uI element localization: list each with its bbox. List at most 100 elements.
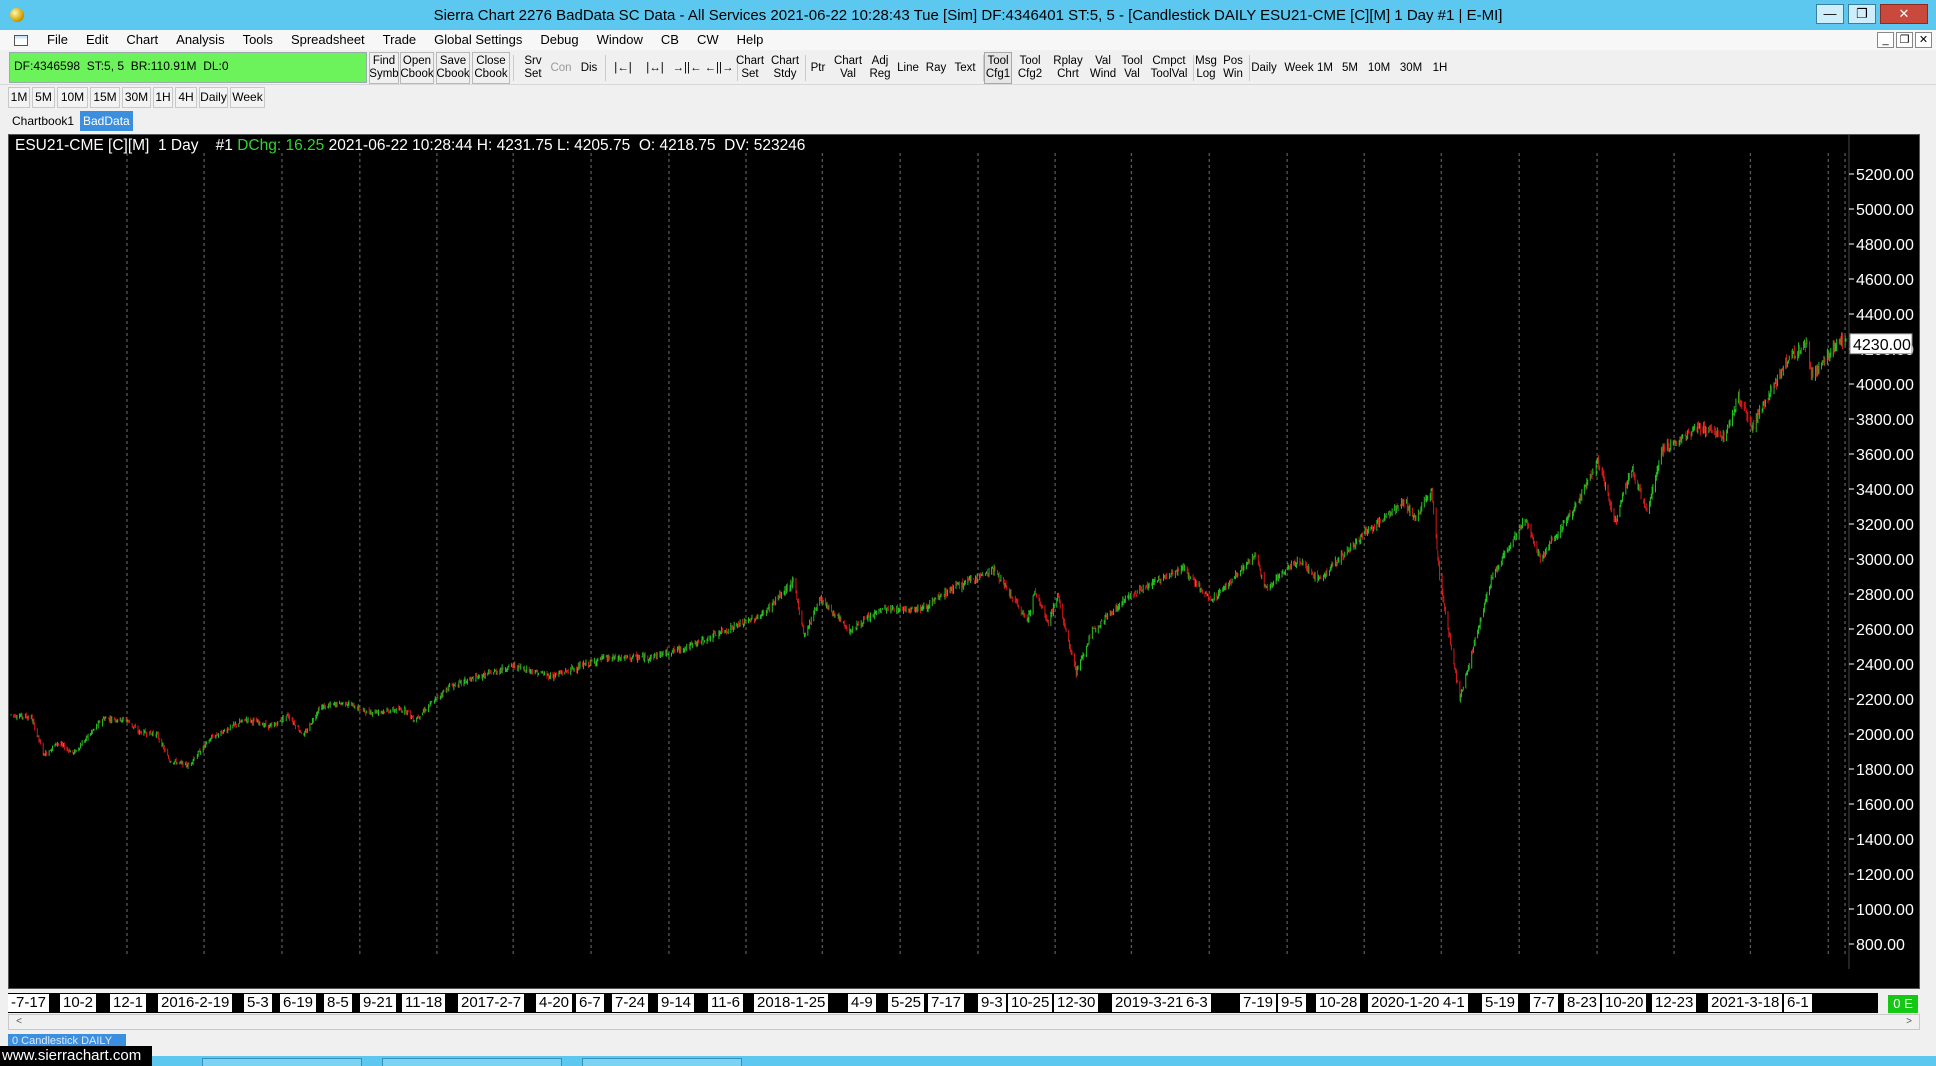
window-title: Sierra Chart 2276 BadData SC Data - All … (433, 7, 1503, 24)
menu-cw[interactable]: CW (688, 30, 728, 50)
toolbar-button-1m[interactable]: 1M (1314, 52, 1336, 84)
chart-ohlc: 2021-06-22 10:28:44 H: 4231.75 L: 4205.7… (324, 137, 806, 154)
toolbar-button-[interactable]: |←| (608, 52, 638, 84)
toolbar-button-tool-cfg1[interactable]: Tool Cfg1 (984, 52, 1012, 84)
date-label: 2018-1-25 (754, 994, 829, 1012)
menu-window[interactable]: Window (588, 30, 652, 50)
toolbar-button-10m[interactable]: 10M (1364, 52, 1394, 84)
taskbar-item[interactable] (582, 1058, 742, 1066)
date-label: 4-1 (1440, 994, 1468, 1012)
minimize-button[interactable]: — (1816, 4, 1844, 24)
date-label: 2020-1-20 (1368, 994, 1443, 1012)
scroll-right-icon[interactable]: > (1901, 1015, 1917, 1029)
order-entry-badge[interactable]: 0 E (1888, 995, 1918, 1013)
menu-chart[interactable]: Chart (117, 30, 167, 50)
date-label: 2021-3-18 (1708, 994, 1783, 1012)
timeframe-button-1h[interactable]: 1H (153, 87, 173, 108)
timeframe-button-10m[interactable]: 10M (57, 87, 88, 108)
app-icon[interactable] (10, 8, 24, 22)
toolbar-button-chart-set[interactable]: Chart Set (734, 52, 766, 84)
toolbar-button-line[interactable]: Line (894, 52, 922, 84)
horizontal-scrollbar[interactable]: < > (8, 1014, 1920, 1030)
title-bar[interactable]: Sierra Chart 2276 BadData SC Data - All … (0, 0, 1936, 30)
timeframe-button-15m[interactable]: 15M (90, 87, 120, 108)
date-label: 4-9 (848, 994, 876, 1012)
y-tick-label: 1400.00 (1856, 832, 1914, 849)
y-tick-label: 5200.00 (1856, 167, 1914, 184)
candles (10, 332, 1847, 769)
toolbar-button-cmpct-toolval[interactable]: Cmpct ToolVal (1148, 52, 1190, 84)
menu-file[interactable]: File (38, 30, 77, 50)
toolbar-button-text[interactable]: Text (950, 52, 980, 84)
chartbook-tabs: Chartbook1 BadData (0, 110, 1936, 132)
timeframe-button-1m[interactable]: 1M (8, 87, 30, 108)
toolbar-button-dis[interactable]: Dis (576, 52, 602, 84)
status-box: DF:4346598 ST:5, 5 BR:110.91M DL:0 (9, 52, 367, 83)
timeframe-button-week[interactable]: Week (230, 87, 265, 108)
mdi-restore-button[interactable]: ❐ (1896, 32, 1913, 48)
toolbar-button-srv-set[interactable]: Srv Set (520, 52, 546, 84)
date-label: 6-7 (576, 994, 604, 1012)
menu-edit[interactable]: Edit (77, 30, 117, 50)
scroll-left-icon[interactable]: < (11, 1015, 27, 1029)
toolbar-button-ray[interactable]: Ray (924, 52, 948, 84)
taskbar-item[interactable] (382, 1058, 562, 1066)
toolbar-button-adj-reg[interactable]: Adj Reg (868, 52, 892, 84)
date-label: 10-2 (60, 994, 97, 1012)
candlestick-chart[interactable]: Dec15Mar16Jun16Sep16Dec16Mar17Jun17Sep17… (9, 135, 1919, 988)
toolbar-button-[interactable]: ←||→ (704, 52, 734, 84)
close-button[interactable]: ✕ (1880, 4, 1928, 24)
date-label: -7-17 (8, 994, 50, 1012)
toolbar-button-tool-cfg2[interactable]: Tool Cfg2 (1014, 52, 1046, 84)
timeframe-button-4h[interactable]: 4H (175, 87, 197, 108)
tab-baddata[interactable]: BadData (80, 111, 133, 131)
toolbar-button-1h[interactable]: 1H (1428, 52, 1452, 84)
mdi-close-button[interactable]: ✕ (1915, 32, 1932, 48)
taskbar-item[interactable] (202, 1058, 362, 1066)
toolbar-button-tool-val[interactable]: Tool Val (1118, 52, 1146, 84)
menu-trade[interactable]: Trade (374, 30, 425, 50)
toolbar-button-save-cbook[interactable]: Save Cbook (436, 52, 470, 84)
toolbar-button-ptr[interactable]: Ptr (806, 52, 830, 84)
timeframe-button-daily[interactable]: Daily (199, 87, 228, 108)
mdi-minimize-button[interactable]: _ (1877, 32, 1894, 48)
menu-spreadsheet[interactable]: Spreadsheet (282, 30, 374, 50)
timeframe-bar: 1M 5M 10M 15M 30M 1H 4H Daily Week (0, 86, 1936, 110)
menu-cb[interactable]: CB (652, 30, 688, 50)
menu-global-settings[interactable]: Global Settings (425, 30, 531, 50)
toolbar-button-[interactable]: |↔| (640, 52, 670, 84)
date-label: 2019-3-21 (1112, 994, 1187, 1012)
menu-debug[interactable]: Debug (531, 30, 587, 50)
y-tick-label: 5000.00 (1856, 202, 1914, 219)
date-label: 5-25 (888, 994, 925, 1012)
current-price-label: 4230.00 (1853, 337, 1911, 354)
menu-analysis[interactable]: Analysis (167, 30, 233, 50)
toolbar-button-close-cbook[interactable]: Close Cbook (472, 52, 510, 84)
menu-help[interactable]: Help (728, 30, 773, 50)
toolbar-button-daily[interactable]: Daily (1248, 52, 1280, 84)
date-label: 10-25 (1008, 994, 1053, 1012)
menu-tools[interactable]: Tools (234, 30, 282, 50)
toolbar-button-find-symb[interactable]: Find Symb (369, 52, 399, 84)
timeframe-button-5m[interactable]: 5M (32, 87, 55, 108)
toolbar-button-rplay-chrt[interactable]: Rplay Chrt (1050, 52, 1086, 84)
timeframe-button-30m[interactable]: 30M (122, 87, 151, 108)
toolbar-button-con[interactable]: Con (548, 52, 574, 84)
restore-button[interactable]: ❐ (1848, 4, 1876, 24)
y-tick-label: 3200.00 (1856, 517, 1914, 534)
toolbar-button-[interactable]: →||← (672, 52, 702, 84)
toolbar-button-30m[interactable]: 30M (1396, 52, 1426, 84)
toolbar-button-chart-val[interactable]: Chart Val (830, 52, 866, 84)
y-tick-label: 4800.00 (1856, 237, 1914, 254)
toolbar-button-msg-log[interactable]: Msg Log (1194, 52, 1218, 84)
tab-chartbook1[interactable]: Chartbook1 (9, 111, 77, 131)
toolbar-button-val-wind[interactable]: Val Wind (1090, 52, 1116, 84)
toolbar-button-week[interactable]: Week (1282, 52, 1316, 84)
chart-area[interactable]: Dec15Mar16Jun16Sep16Dec16Mar17Jun17Sep17… (8, 134, 1920, 989)
document-icon[interactable] (14, 34, 28, 46)
toolbar-button-pos-win[interactable]: Pos Win (1220, 52, 1246, 84)
toolbar-button-5m[interactable]: 5M (1338, 52, 1362, 84)
toolbar-button-chart-stdy[interactable]: Chart Stdy (768, 52, 802, 84)
date-label: 9-5 (1278, 994, 1306, 1012)
toolbar-button-open-cbook[interactable]: Open Cbook (400, 52, 434, 84)
